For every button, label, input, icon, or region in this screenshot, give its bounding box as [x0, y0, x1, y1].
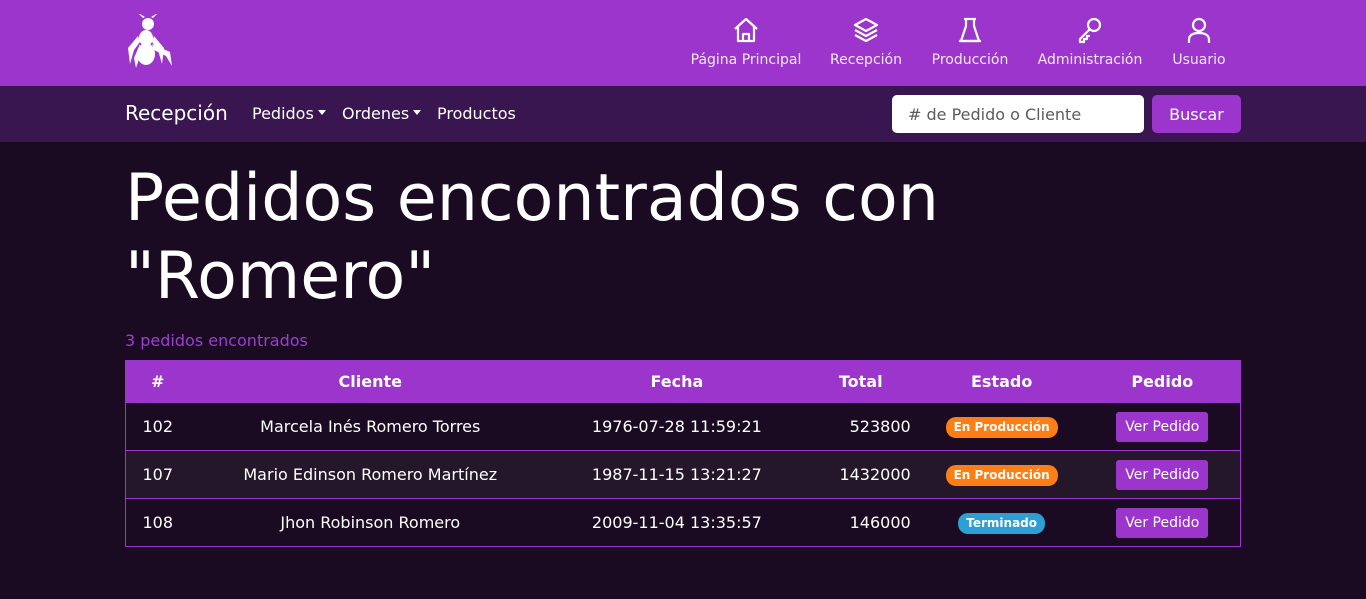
caret-down-icon [413, 110, 422, 115]
ver-pedido-button[interactable]: Ver Pedido [1116, 459, 1209, 490]
order-number: 108 [125, 498, 190, 547]
productos-link[interactable]: Productos [437, 104, 516, 123]
section-title[interactable]: Recepción [125, 101, 228, 125]
order-date: 1987-11-15 13:21:27 [551, 450, 803, 499]
action-cell: Ver Pedido [1084, 450, 1241, 499]
nav-label: Página Principal [690, 52, 802, 68]
flask-icon [959, 17, 981, 43]
nav-pagina-principal[interactable]: Página Principal [690, 16, 802, 76]
status-badge: En Producción [945, 416, 1058, 438]
order-number: 102 [125, 402, 190, 451]
status-badge: En Producción [945, 464, 1058, 486]
top-navbar: Página Principal Recepción Producción Ad… [0, 0, 1366, 86]
table-row: 102 Marcela Inés Romero Torres 1976-07-2… [125, 402, 1241, 451]
ordenes-dropdown[interactable]: Ordenes [342, 104, 422, 123]
ordenes-label: Ordenes [342, 104, 410, 123]
pedidos-dropdown[interactable]: Pedidos [252, 104, 326, 123]
nav-label: Recepción [830, 52, 902, 68]
nav-label: Usuario [1172, 52, 1226, 68]
order-date: 2009-11-04 13:35:57 [551, 498, 803, 547]
ver-pedido-button[interactable]: Ver Pedido [1116, 411, 1209, 442]
caret-down-icon [317, 110, 326, 115]
page-title: Pedidos encontrados con "Romero" [125, 161, 939, 314]
nav-label: Producción [931, 52, 1009, 68]
nav-administracion[interactable]: Administración [1034, 16, 1146, 76]
results-table: # Cliente Fecha Total Estado Pedido 102 … [125, 360, 1241, 547]
order-total: 146000 [802, 498, 919, 547]
column-header-total: Total [802, 360, 919, 403]
client-name: Mario Edinson Romero Martínez [189, 450, 552, 499]
pedidos-label: Pedidos [252, 104, 314, 123]
column-header-number: # [125, 360, 190, 403]
table-header-row: # Cliente Fecha Total Estado Pedido [125, 360, 1241, 403]
status-cell: En Producción [918, 402, 1085, 451]
user-icon [1187, 17, 1211, 43]
client-name: Jhon Robinson Romero [189, 498, 552, 547]
column-header-fecha: Fecha [551, 360, 803, 403]
table-row: 107 Mario Edinson Romero Martínez 1987-1… [125, 450, 1241, 499]
status-cell: Terminado [918, 498, 1085, 547]
nav-label: Administración [1037, 52, 1143, 68]
column-header-pedido: Pedido [1084, 360, 1241, 403]
results-count: 3 pedidos encontrados [125, 331, 308, 350]
order-total: 523800 [802, 402, 919, 451]
column-header-estado: Estado [918, 360, 1085, 403]
search-input[interactable] [892, 95, 1144, 133]
status-badge: Terminado [958, 512, 1046, 534]
ver-pedido-button[interactable]: Ver Pedido [1116, 507, 1209, 538]
action-cell: Ver Pedido [1084, 498, 1241, 547]
client-name: Marcela Inés Romero Torres [189, 402, 552, 451]
status-cell: En Producción [918, 450, 1085, 499]
nav-usuario[interactable]: Usuario [1168, 16, 1230, 76]
search-button[interactable]: Buscar [1152, 95, 1241, 133]
nav-produccion[interactable]: Producción [928, 16, 1012, 76]
key-icon [1078, 17, 1102, 44]
order-date: 1976-07-28 11:59:21 [551, 402, 803, 451]
ant-logo-icon[interactable] [126, 14, 174, 68]
column-header-cliente: Cliente [189, 360, 552, 403]
nav-recepcion[interactable]: Recepción [826, 16, 906, 76]
home-icon [734, 17, 758, 43]
action-cell: Ver Pedido [1084, 402, 1241, 451]
layers-icon [853, 17, 879, 43]
order-total: 1432000 [802, 450, 919, 499]
table-row: 108 Jhon Robinson Romero 2009-11-04 13:3… [125, 498, 1241, 547]
order-number: 107 [125, 450, 190, 499]
